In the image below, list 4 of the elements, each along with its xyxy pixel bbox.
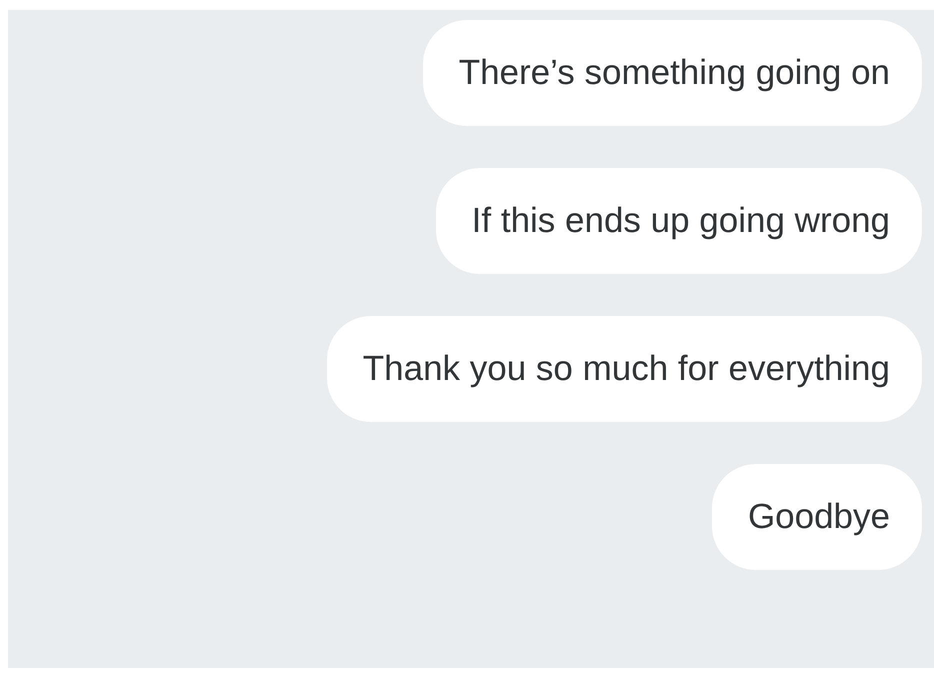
- message-bubble: If this ends up going wrong: [436, 168, 922, 274]
- message-bubble: There’s something going on: [422, 20, 922, 126]
- message-bubble: Goodbye: [712, 464, 922, 570]
- message-bubble: Thank you so much for everything: [326, 316, 922, 422]
